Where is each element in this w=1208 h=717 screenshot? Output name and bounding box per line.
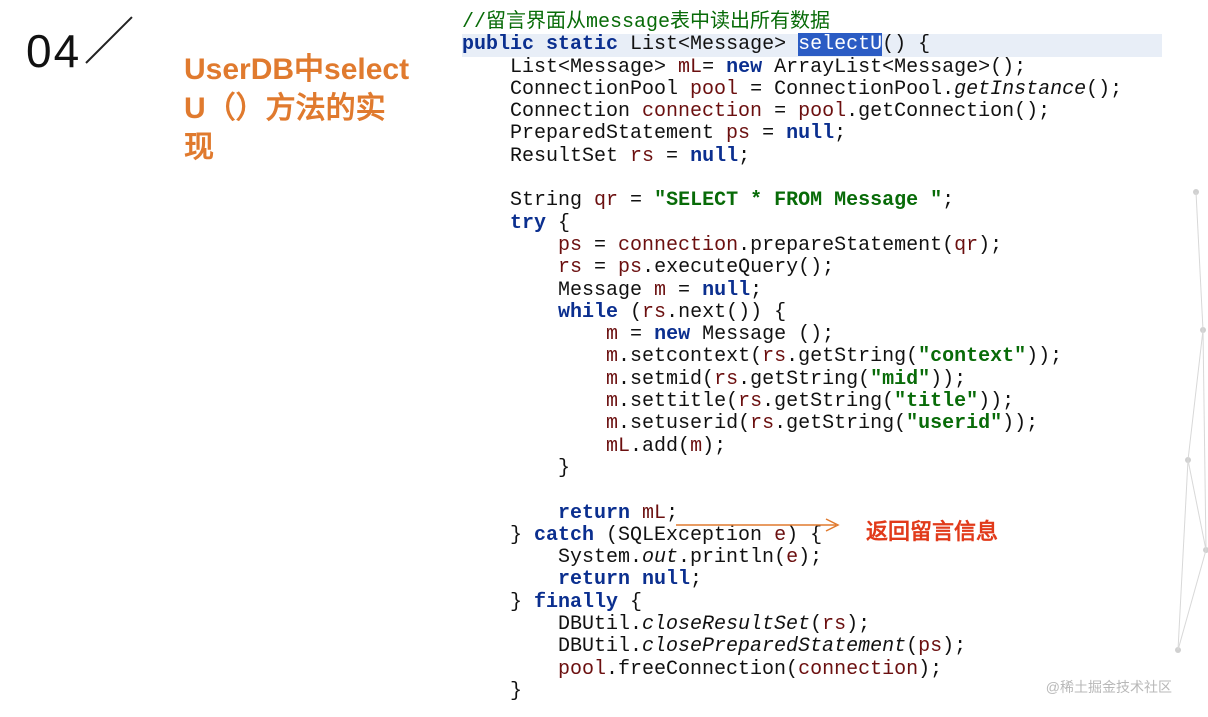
- code-highlight-line: public static List<Message> selectU() {: [462, 34, 1162, 56]
- code-comment: //留言界面从message表中读出所有数据: [462, 11, 830, 34]
- slide: 04 UserDB中selectU（）方法的实现 //留言界面从message表…: [0, 0, 1208, 717]
- code-selection: selectU: [798, 33, 882, 56]
- slide-number: 04: [26, 24, 81, 78]
- slide-title: UserDB中selectU（）方法的实现: [184, 50, 414, 167]
- code-block: //留言界面从message表中读出所有数据 public static Lis…: [462, 12, 1162, 703]
- watermark-text: @稀土掘金技术社区: [1046, 677, 1172, 697]
- annotation-text: 返回留言信息: [866, 514, 998, 546]
- decorative-line: [85, 16, 132, 63]
